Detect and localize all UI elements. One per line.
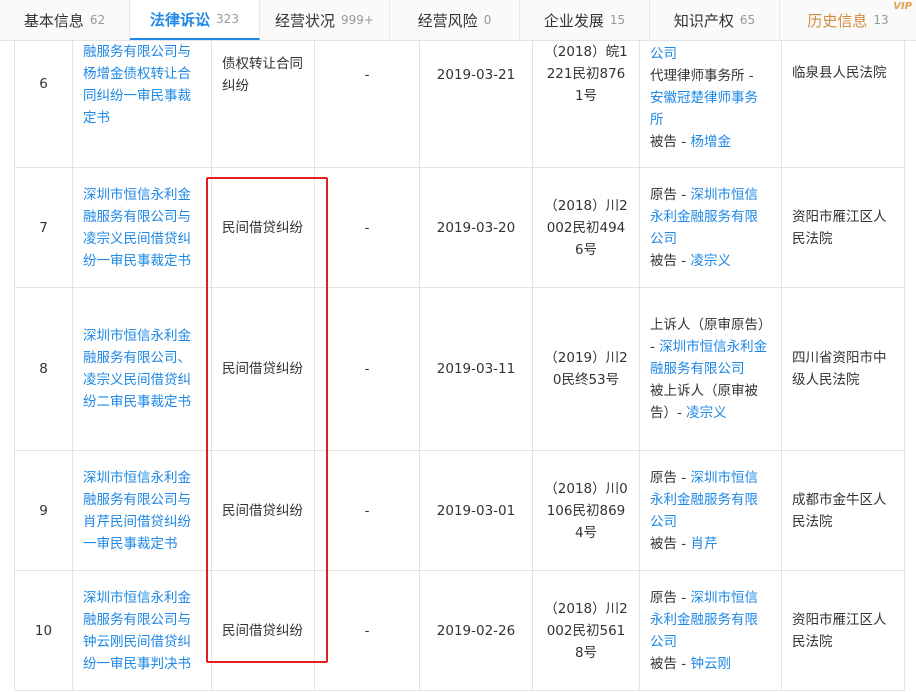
- case-title: 深圳市恒信永利金融服务有限公司与凌宗义民间借贷纠纷一审民事裁定书: [83, 186, 191, 269]
- party-name-link[interactable]: 肖芹: [690, 536, 717, 552]
- case-cause: 民间借贷纠纷: [211, 570, 315, 691]
- party-name-link[interactable]: 安徽冠楚律师事务所: [650, 90, 758, 128]
- tab-count: 65: [739, 13, 756, 27]
- case-date: 2019-03-11: [419, 287, 533, 451]
- case-number: （2018）川0106民初8694号: [532, 450, 640, 571]
- case-parties: 上诉人（原审原告）- 深圳市恒信永利金融服务有限公司 被上诉人（原审被告）- 凌…: [639, 287, 782, 451]
- case-parties: 原告 - 深圳市恒信永利金融服务有限公司 被告 - 凌宗义: [639, 167, 782, 288]
- party-line: 被告 - 钟云刚: [650, 655, 731, 672]
- case-date: 2019-03-01: [419, 450, 533, 571]
- tab-label: 经营风险: [417, 11, 478, 30]
- party-name-link[interactable]: 公司: [650, 46, 677, 62]
- tab-history[interactable]: 历史信息 13 VIP: [780, 0, 916, 40]
- tab-count: 15: [609, 13, 626, 27]
- row-number: 8: [14, 287, 73, 451]
- party-line: 原告 - 深圳市恒信永利金融服务有限公司: [650, 589, 758, 650]
- table-row: 9 深圳市恒信永利金融服务有限公司与肖芹民间借贷纠纷一审民事裁定书 民间借贷纠纷…: [14, 450, 905, 571]
- case-date: 2019-02-26: [419, 570, 533, 691]
- case-amount: -: [314, 287, 420, 451]
- case-parties: 原告 - 深圳市恒信永利金融服务有限公司 被告 - 钟云刚: [639, 570, 782, 691]
- tab-count: 999+: [341, 13, 374, 27]
- case-title: 深圳市恒信永利金融服务有限公司与肖芹民间借贷纠纷一审民事裁定书: [83, 469, 191, 552]
- case-title-link[interactable]: 深圳市恒信永利金融服务有限公司与钟云刚民间借贷纠纷一审民事判决书: [72, 570, 212, 691]
- tab-development[interactable]: 企业发展 15: [520, 0, 650, 40]
- case-title-link[interactable]: 深圳市恒信永利金融服务有限公司与凌宗义民间借贷纠纷一审民事裁定书: [72, 167, 212, 288]
- party-line: 原告 - 深圳市恒信永利金融服务有限公司: [650, 186, 758, 247]
- case-title: 深圳市恒信永利金融服务有限公司与钟云刚民间借贷纠纷一审民事判决书: [83, 589, 191, 672]
- case-title-link[interactable]: 融服务有限公司与杨增金债权转让合同纠纷一审民事裁定书: [72, 40, 212, 168]
- case-number: （2018）川2002民初4946号: [532, 167, 640, 288]
- tab-label: 知识产权: [673, 11, 734, 30]
- case-cause: 民间借贷纠纷: [211, 287, 315, 451]
- case-cause: 民间借贷纠纷: [211, 167, 315, 288]
- case-title-link[interactable]: 深圳市恒信永利金融服务有限公司与肖芹民间借贷纠纷一审民事裁定书: [72, 450, 212, 571]
- case-amount: -: [314, 570, 420, 691]
- case-court: 成都市金牛区人民法院: [781, 450, 905, 571]
- case-date: 2019-03-20: [419, 167, 533, 288]
- lawsuit-table-viewport[interactable]: 6 融服务有限公司与杨增金债权转让合同纠纷一审民事裁定书 债权转让合同纠纷 - …: [0, 40, 916, 692]
- party-line: 公司: [650, 43, 771, 65]
- party-line: 被上诉人（原审被告）- 凌宗义: [650, 383, 758, 421]
- tab-count: 13: [873, 13, 889, 27]
- case-number: （2018）皖1221民初8761号: [532, 40, 640, 168]
- case-cause: 民间借贷纠纷: [211, 450, 315, 571]
- row-number: 6: [14, 40, 73, 168]
- case-court: 资阳市雁江区人民法院: [781, 570, 905, 691]
- table-row: 7 深圳市恒信永利金融服务有限公司与凌宗义民间借贷纠纷一审民事裁定书 民间借贷纠…: [14, 167, 905, 288]
- tab-label: 企业发展: [543, 11, 604, 30]
- case-amount: -: [314, 40, 420, 168]
- case-parties: 原告 - 深圳市恒信永利金融服务有限公司 被告 - 肖芹: [639, 450, 782, 571]
- tab-label: 历史信息: [807, 11, 868, 30]
- party-name-link[interactable]: 凌宗义: [690, 253, 731, 269]
- row-number: 7: [14, 167, 73, 288]
- case-cause: 债权转让合同纠纷: [211, 40, 315, 168]
- case-title: 深圳市恒信永利金融服务有限公司、凌宗义民间借贷纠纷二审民事裁定书: [83, 328, 191, 410]
- party-line: 代理律师事务所 - 安徽冠楚律师事务所: [650, 68, 758, 128]
- party-name-link[interactable]: 杨增金: [690, 134, 731, 150]
- row-number: 10: [14, 570, 73, 691]
- case-date: 2019-03-21: [419, 40, 533, 168]
- party-line: 被告 - 杨增金: [650, 134, 731, 150]
- party-name-link[interactable]: 钟云刚: [690, 656, 731, 672]
- case-amount: -: [314, 450, 420, 571]
- table-row: 8 深圳市恒信永利金融服务有限公司、凌宗义民间借贷纠纷二审民事裁定书 民间借贷纠…: [14, 287, 905, 451]
- party-line: 被告 - 凌宗义: [650, 252, 731, 269]
- tab-count: 323: [216, 12, 239, 26]
- table-row: 10 深圳市恒信永利金融服务有限公司与钟云刚民间借贷纠纷一审民事判决书 民间借贷…: [14, 570, 905, 691]
- party-line: 原告 - 深圳市恒信永利金融服务有限公司: [650, 469, 758, 530]
- tab-label: 基本信息: [23, 11, 84, 30]
- party-line: 被告 - 肖芹: [650, 535, 718, 552]
- tab-operations[interactable]: 经营状况 999+: [260, 0, 390, 40]
- tab-label: 经营状况: [275, 11, 336, 30]
- tab-basic-info[interactable]: 基本信息 62: [0, 0, 130, 40]
- tab-risk[interactable]: 经营风险 0: [390, 0, 520, 40]
- case-court: 四川省资阳市中级人民法院: [781, 287, 905, 451]
- party-name-link[interactable]: 凌宗义: [686, 405, 727, 421]
- case-title-link[interactable]: 深圳市恒信永利金融服务有限公司、凌宗义民间借贷纠纷二审民事裁定书: [72, 287, 212, 451]
- case-amount: -: [314, 167, 420, 288]
- case-parties: 公司 代理律师事务所 - 安徽冠楚律师事务所 被告 - 杨增金: [639, 40, 782, 168]
- case-court: 资阳市雁江区人民法院: [781, 167, 905, 288]
- tab-label: 法律诉讼: [150, 10, 211, 29]
- row-number: 9: [14, 450, 73, 571]
- case-number: （2018）川2002民初5618号: [532, 570, 640, 691]
- tab-count: 0: [483, 13, 492, 27]
- case-number: （2019）川20民终53号: [532, 287, 640, 451]
- party-name-link[interactable]: 深圳市恒信永利金融服务有限公司: [650, 339, 767, 377]
- vip-badge: VIP: [893, 1, 912, 12]
- tab-legal[interactable]: 法律诉讼 323: [130, 0, 260, 40]
- case-title: 融服务有限公司与杨增金债权转让合同纠纷一审民事裁定书: [83, 44, 191, 126]
- party-line: 上诉人（原审原告）- 深圳市恒信永利金融服务有限公司: [650, 317, 768, 377]
- case-court: 临泉县人民法院: [781, 40, 905, 168]
- tab-ip[interactable]: 知识产权 65: [650, 0, 780, 40]
- tab-count: 62: [89, 13, 106, 27]
- section-tabs: 基本信息 62 法律诉讼 323 经营状况 999+ 经营风险 0 企业发展 15 知识产…: [0, 0, 916, 41]
- table-row: 6 融服务有限公司与杨增金债权转让合同纠纷一审民事裁定书 债权转让合同纠纷 - …: [14, 40, 905, 168]
- lawsuit-table: 6 融服务有限公司与杨增金债权转让合同纠纷一审民事裁定书 债权转让合同纠纷 - …: [14, 40, 905, 691]
